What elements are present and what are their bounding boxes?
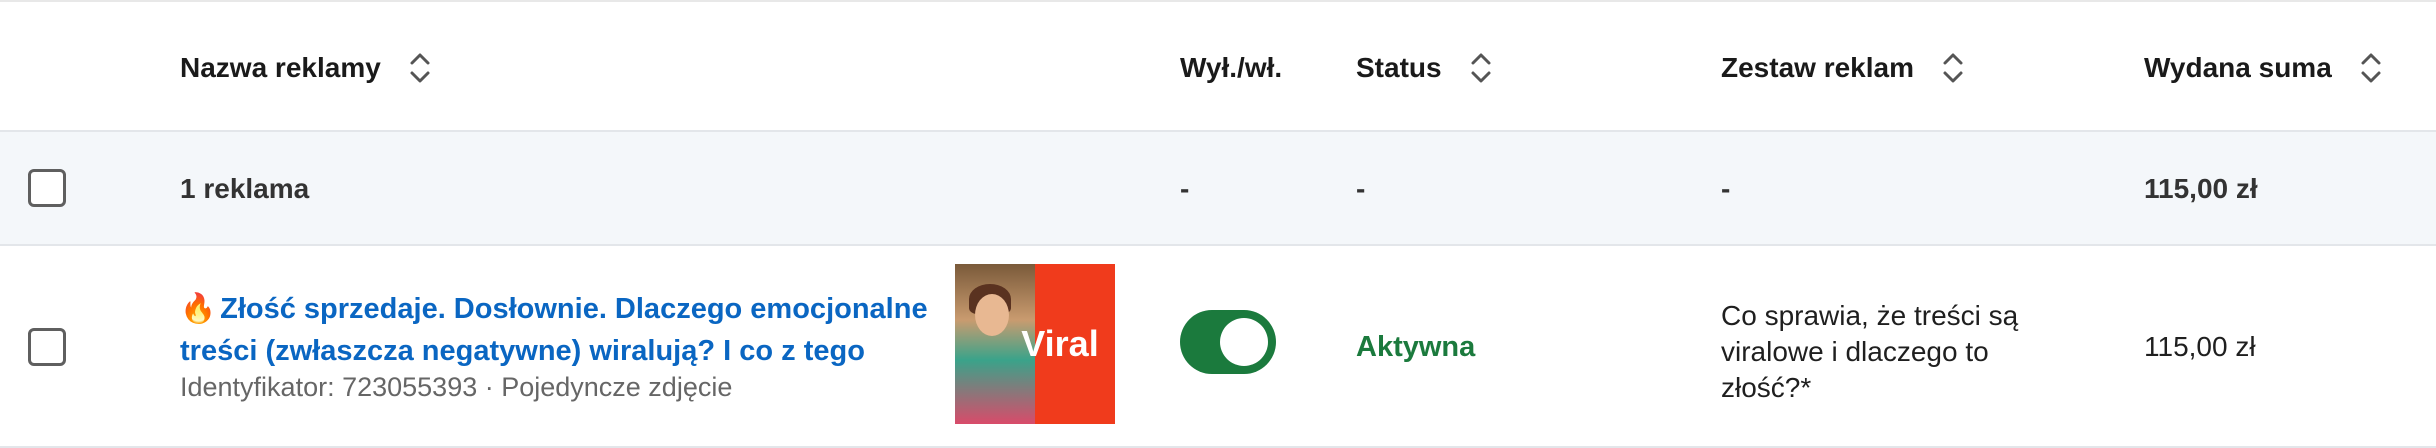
column-status-label: Status <box>1356 52 1442 83</box>
thumbnail-text: Viral <box>1021 323 1099 364</box>
ads-table: Nazwa reklamy Wył./wł. Status Zestaw rek… <box>0 0 2436 448</box>
sort-icon[interactable] <box>1942 51 1964 85</box>
adset-link[interactable]: Co sprawia, że treści są viralowe i dlac… <box>1721 298 2051 406</box>
summary-spent: 115,00 zł <box>2144 173 2258 204</box>
column-toggle-header: Wył./wł. <box>1180 2 1282 134</box>
table-row: 🔥 Złość sprzedaje. Dosłownie. Dlaczego em… <box>0 246 2436 448</box>
column-toggle-label: Wył./wł. <box>1180 52 1283 83</box>
thumbnail-face <box>975 294 1009 336</box>
summary-row: 1 reklama - - - 115,00 zł <box>0 132 2436 246</box>
thumbnail-red-panel: Viral <box>1021 264 1115 424</box>
select-all-checkbox[interactable] <box>28 169 66 207</box>
column-spent-label: Wydana suma <box>2144 52 2332 83</box>
column-status-header[interactable]: Status <box>1356 2 1492 134</box>
column-name-header[interactable]: Nazwa reklamy <box>180 2 431 134</box>
ad-active-toggle[interactable] <box>1180 310 1276 374</box>
ad-meta: Identyfikator: 723055393 · Pojedyncze zd… <box>180 372 733 402</box>
sort-icon[interactable] <box>1470 51 1492 85</box>
summary-status: - <box>1356 173 1366 204</box>
column-name-label: Nazwa reklamy <box>180 52 381 83</box>
fire-icon: 🔥 <box>180 293 217 325</box>
column-adset-header[interactable]: Zestaw reklam <box>1721 2 1964 134</box>
sort-icon[interactable] <box>409 51 431 85</box>
column-adset-label: Zestaw reklam <box>1721 52 1914 83</box>
ad-thumbnail[interactable]: Viral <box>955 264 1115 424</box>
column-spent-header[interactable]: Wydana suma <box>2144 2 2382 134</box>
sort-icon[interactable] <box>2360 51 2382 85</box>
status-badge: Aktywna <box>1356 330 1476 363</box>
toggle-knob <box>1220 318 1268 366</box>
summary-toggle: - <box>1180 173 1190 204</box>
table-header: Nazwa reklamy Wył./wł. Status Zestaw rek… <box>0 0 2436 132</box>
spent-value: 115,00 zł <box>2144 331 2256 362</box>
row-checkbox[interactable] <box>28 328 66 366</box>
ad-title-link[interactable]: 🔥 Złość sprzedaje. Dosłownie. Dlaczego em… <box>180 288 930 372</box>
summary-adset: - <box>1721 173 1731 204</box>
summary-count: 1 reklama <box>180 173 310 204</box>
ad-title-text: Złość sprzedaje. Dosłownie. Dlaczego emo… <box>180 293 928 367</box>
